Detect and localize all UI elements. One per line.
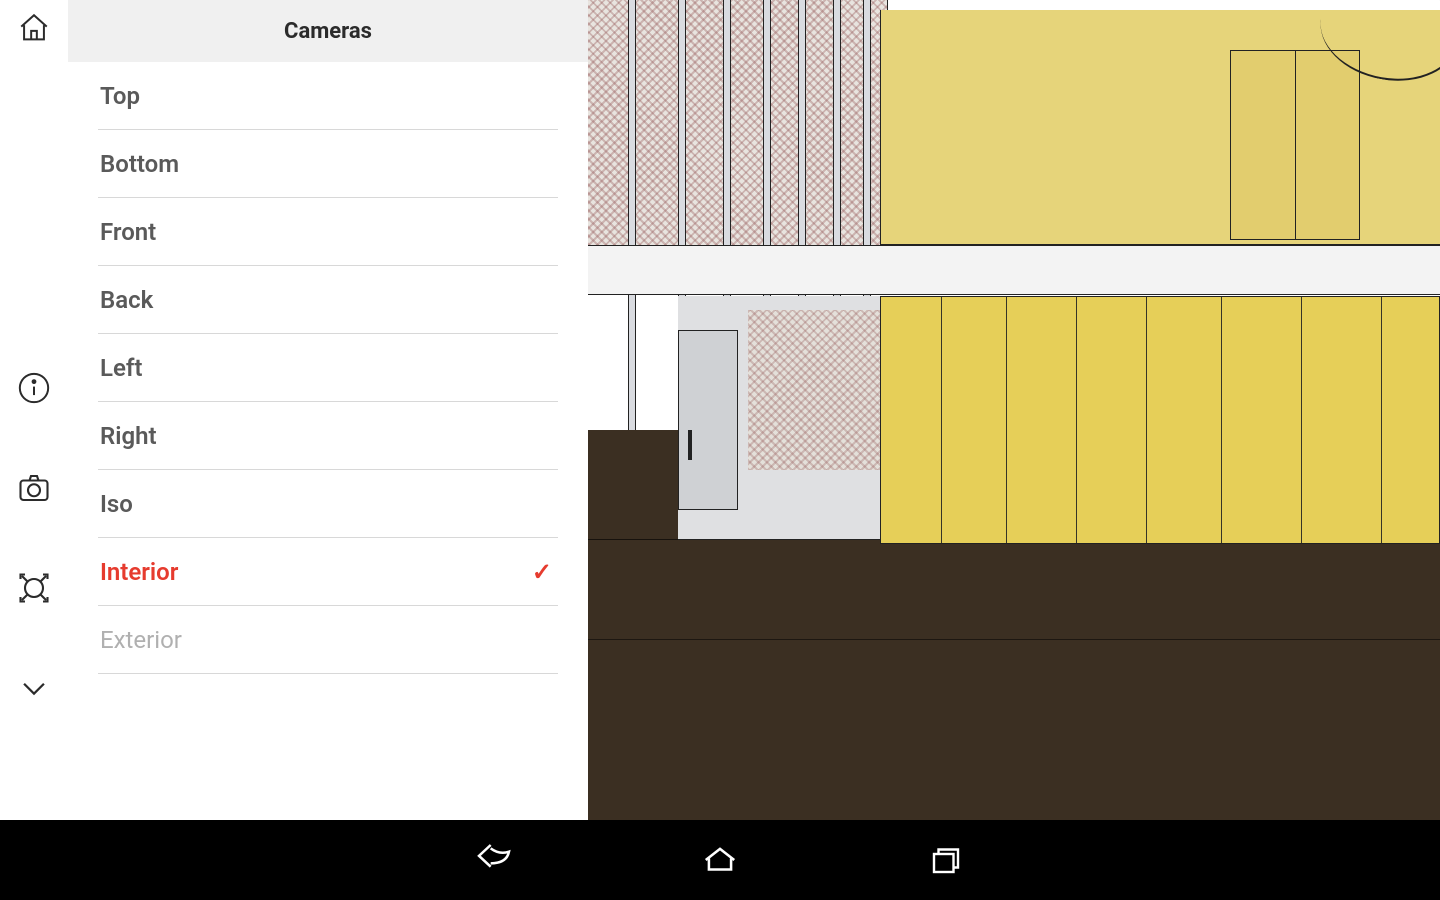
model-viewport[interactable] xyxy=(588,0,1440,820)
nav-recent-icon[interactable] xyxy=(918,832,974,888)
camera-item-interior[interactable]: Interior ✓ xyxy=(98,538,558,606)
viewport-wall-lower xyxy=(880,296,1440,544)
nav-back-icon[interactable] xyxy=(466,832,522,888)
viewport-door xyxy=(678,330,738,510)
viewport-door-handle xyxy=(688,430,692,460)
chevron-down-icon[interactable] xyxy=(14,668,54,708)
camera-item-back[interactable]: Back xyxy=(98,266,558,334)
viewport-upper-door xyxy=(1230,50,1360,240)
nav-home-icon[interactable] xyxy=(692,832,748,888)
check-icon: ✓ xyxy=(532,558,552,586)
left-toolbar xyxy=(0,0,68,820)
viewport-mesh-lower xyxy=(748,310,888,470)
camera-item-label: Right xyxy=(100,422,157,450)
camera-item-right[interactable]: Right xyxy=(98,402,558,470)
android-navbar xyxy=(0,820,1440,900)
camera-item-label: Bottom xyxy=(100,150,179,178)
info-icon[interactable] xyxy=(14,368,54,408)
camera-item-label: Top xyxy=(100,82,140,110)
camera-item-iso[interactable]: Iso xyxy=(98,470,558,538)
camera-icon[interactable] xyxy=(14,468,54,508)
camera-list: Top Bottom Front Back Left Right Iso Interior ✓ E… xyxy=(68,62,588,820)
app-frame: Cameras Top Bottom Front Back Left Right Iso In… xyxy=(0,0,1440,820)
camera-item-label: Interior xyxy=(100,558,178,586)
viewport-slab xyxy=(588,245,1440,295)
camera-item-exterior: Exterior xyxy=(98,606,558,674)
camera-item-label: Front xyxy=(100,218,156,246)
panel-title: Cameras xyxy=(68,0,588,62)
camera-item-bottom[interactable]: Bottom xyxy=(98,130,558,198)
camera-item-left[interactable]: Left xyxy=(98,334,558,402)
cameras-panel: Cameras Top Bottom Front Back Left Right Iso In… xyxy=(68,0,588,820)
camera-item-front[interactable]: Front xyxy=(98,198,558,266)
camera-item-label: Back xyxy=(100,286,153,314)
camera-item-label: Left xyxy=(100,354,142,382)
camera-item-label: Exterior xyxy=(100,626,182,654)
zoom-extents-icon[interactable] xyxy=(14,568,54,608)
home-icon[interactable] xyxy=(14,8,54,48)
camera-item-label: Iso xyxy=(100,490,133,518)
camera-item-top[interactable]: Top xyxy=(98,62,558,130)
